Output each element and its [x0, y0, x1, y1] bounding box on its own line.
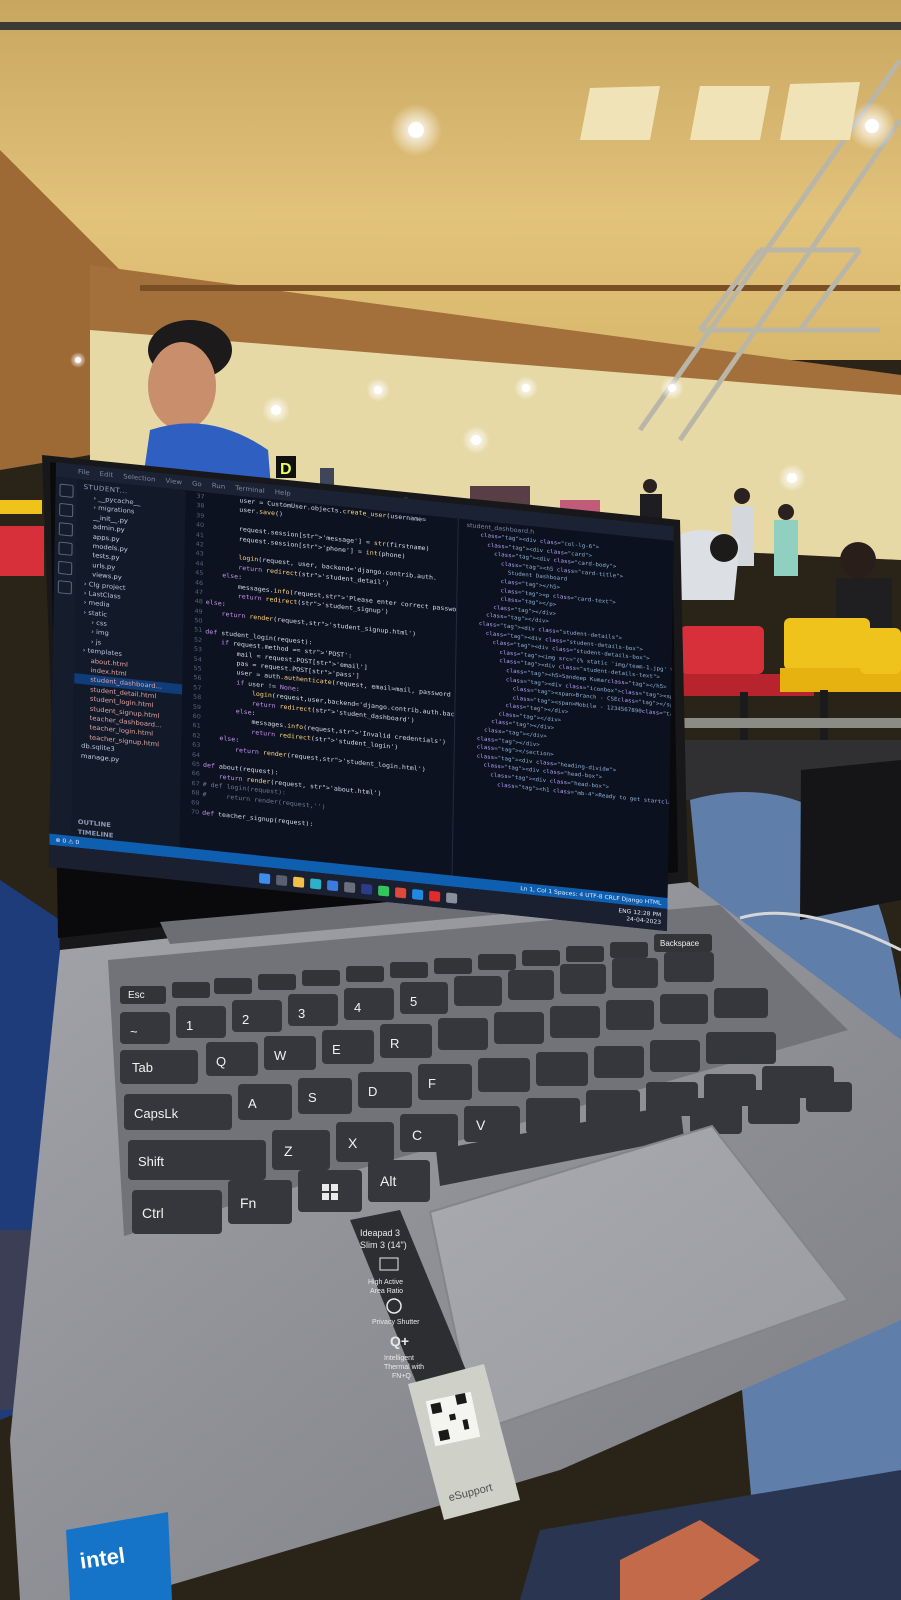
camera-icon[interactable]: [344, 881, 356, 893]
svg-text:F: F: [428, 1076, 436, 1091]
menu-run[interactable]: Run: [212, 482, 226, 491]
menu-selection[interactable]: Selection: [123, 473, 155, 484]
svg-text:A: A: [248, 1096, 257, 1111]
svg-text:Q: Q: [216, 1054, 226, 1069]
store-icon[interactable]: [327, 879, 339, 891]
venue-sign-letter: D: [280, 461, 292, 478]
svg-text:Alt: Alt: [380, 1173, 396, 1189]
windows-start-icon[interactable]: [259, 872, 271, 884]
language-indicator: ENG: [618, 907, 632, 916]
svg-text:Backspace: Backspace: [660, 939, 700, 948]
menu-file[interactable]: File: [78, 468, 90, 477]
code-content[interactable]: user = CustomUser.objects.create_user(us…: [202, 493, 458, 845]
svg-text:X: X: [348, 1135, 358, 1151]
svg-text:V: V: [476, 1117, 486, 1133]
svg-text:Q+: Q+: [390, 1333, 409, 1349]
svg-text:Esc: Esc: [128, 990, 145, 1001]
run-debug-icon[interactable]: [58, 541, 73, 556]
ceiling-panels: [580, 82, 860, 140]
svg-text:S: S: [308, 1090, 317, 1105]
html-code-content[interactable]: class="tag"><div class="col-lg-6"> class…: [454, 530, 674, 817]
problems-indicator[interactable]: ⊗ 0 ⚠ 0: [55, 837, 79, 846]
menu-edit[interactable]: Edit: [100, 470, 114, 479]
source-control-icon[interactable]: [58, 522, 73, 537]
extensions-icon[interactable]: [58, 560, 73, 576]
svg-text:2: 2: [242, 1012, 249, 1027]
svg-text:C: C: [412, 1127, 422, 1143]
search-icon[interactable]: [59, 502, 74, 518]
svg-text:Ideapad 3: Ideapad 3: [360, 1228, 400, 1238]
settings-icon[interactable]: [446, 891, 458, 904]
ceiling-beam: [0, 22, 901, 30]
menu-view[interactable]: View: [165, 477, 182, 486]
svg-text:Z: Z: [284, 1143, 293, 1159]
svg-text:Thermal with: Thermal with: [384, 1364, 424, 1371]
file-explorer-icon[interactable]: [293, 876, 305, 888]
menu-go[interactable]: Go: [192, 480, 202, 488]
laptop-screen: File Edit Selection View Go Run Terminal…: [48, 462, 674, 932]
svg-text:FN+Q: FN+Q: [392, 1373, 411, 1380]
line-number: 70: [190, 807, 200, 816]
svg-text:D: D: [368, 1084, 377, 1099]
split-editor[interactable]: student_dashboard.h class="tag"><div cla…: [451, 518, 674, 898]
svg-text:Slim 3 (14"): Slim 3 (14"): [360, 1240, 407, 1250]
code-editor[interactable]: user = CustomUser.objects.create_user(us…: [202, 493, 458, 876]
key-fn[interactable]: [228, 1180, 292, 1224]
svg-text:R: R: [390, 1036, 399, 1051]
testing-icon[interactable]: [57, 580, 72, 595]
system-tray[interactable]: ENG 12:28 PM 24-04-2023: [618, 908, 661, 927]
svg-text:1: 1: [186, 1018, 193, 1033]
chrome-icon[interactable]: [395, 886, 407, 898]
svg-text:Fn: Fn: [240, 1195, 256, 1211]
key-alt[interactable]: [368, 1160, 430, 1202]
svg-text:Privacy Shutter: Privacy Shutter: [372, 1319, 420, 1326]
whatsapp-icon[interactable]: [378, 884, 390, 897]
svg-text:CapsLk: CapsLk: [134, 1106, 179, 1121]
menu-help[interactable]: Help: [275, 488, 291, 497]
youtube-icon[interactable]: [429, 890, 441, 902]
photoshop-icon[interactable]: [361, 883, 373, 895]
svg-text:Ctrl: Ctrl: [142, 1205, 164, 1221]
svg-text:4: 4: [354, 1000, 361, 1015]
svg-text:E: E: [332, 1042, 341, 1057]
search-icon[interactable]: [276, 874, 288, 886]
qr-code-icon: [425, 1391, 481, 1447]
key-windows[interactable]: [298, 1170, 362, 1212]
menu-terminal[interactable]: Terminal: [235, 484, 265, 494]
file-explorer: STUDENT... › __pycache__ › migrations __in…: [71, 479, 186, 848]
svg-text:Shift: Shift: [138, 1154, 164, 1169]
explorer-list: › __pycache__ › migrations __init__.py admi…: [73, 492, 186, 771]
svg-text:W: W: [274, 1048, 287, 1063]
svg-text:5: 5: [410, 994, 417, 1009]
edge-browser-icon[interactable]: [310, 877, 322, 890]
svg-text:~: ~: [130, 1024, 138, 1039]
svg-text:High Active: High Active: [368, 1279, 403, 1286]
svg-text:Area Ratio: Area Ratio: [370, 1288, 403, 1295]
svg-text:Intelligent: Intelligent: [384, 1355, 414, 1362]
svg-text:Tab: Tab: [132, 1060, 153, 1075]
explorer-icon[interactable]: [59, 483, 74, 498]
svg-text:3: 3: [298, 1006, 305, 1021]
vscode-icon[interactable]: [412, 888, 424, 900]
